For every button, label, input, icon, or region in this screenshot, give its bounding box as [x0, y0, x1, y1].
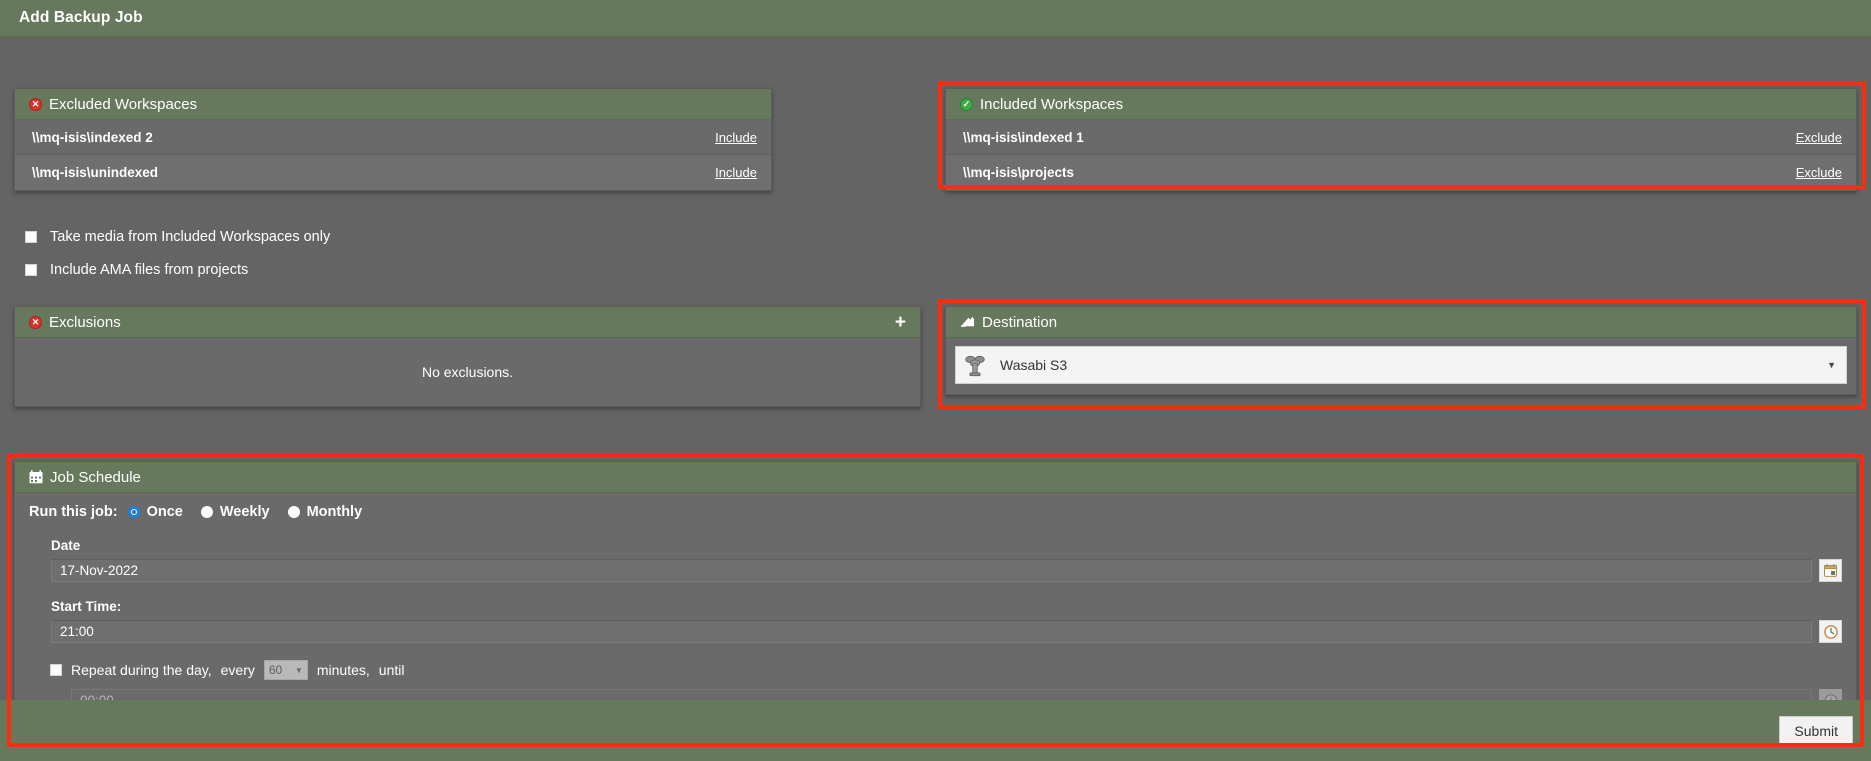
frequency-option-once[interactable]: Once: [127, 504, 183, 520]
date-field-block: Date 17-Nov-2022: [29, 538, 1842, 582]
workspace-path: \\mq-isis\indexed 1: [963, 129, 1084, 145]
repeat-interval-value: 60: [268, 663, 283, 677]
start-time-label: Start Time:: [51, 599, 122, 614]
add-backup-job-window: Add Backup Job ✕ Excluded Workspaces \\m…: [0, 0, 1871, 761]
excluded-workspaces-header: ✕ Excluded Workspaces: [15, 89, 771, 120]
destination-header: Destination: [946, 307, 1856, 338]
job-schedule-body: Run this job: Once Weekly Monthly Date 1…: [15, 493, 1856, 726]
page-title: Add Backup Job: [19, 9, 143, 26]
until-label: until: [378, 662, 405, 678]
radio-icon[interactable]: [200, 506, 213, 518]
radio-icon[interactable]: [287, 506, 300, 518]
option-include-ama-files[interactable]: Include AMA files from projects: [25, 262, 330, 278]
window-titlebar: Add Backup Job: [0, 0, 1871, 37]
included-workspaces-panel: ✓ Included Workspaces \\mq-isis\indexed …: [945, 88, 1857, 191]
frequency-label: Once: [146, 504, 183, 520]
workspace-path: \\mq-isis\unindexed: [32, 165, 159, 180]
exclude-link[interactable]: Exclude: [1796, 165, 1842, 180]
option-label: Include AMA files from projects: [50, 262, 249, 278]
submit-button[interactable]: Submit: [1779, 715, 1853, 746]
circle-check-icon: ✓: [960, 97, 973, 111]
every-label: every: [220, 662, 255, 678]
checkbox-icon[interactable]: [25, 264, 37, 276]
included-workspaces-title: Included Workspaces: [980, 95, 1124, 113]
exclusions-title: Exclusions: [49, 313, 121, 331]
date-input[interactable]: 17-Nov-2022: [51, 559, 1812, 582]
run-this-job-label: Run this job:: [29, 504, 118, 520]
repeat-during-day-row: Repeat during the day, every 60 ▼ minute…: [29, 660, 1842, 680]
destination-select[interactable]: Wasabi S3 ▼: [955, 346, 1847, 384]
start-time-input[interactable]: 21:00: [51, 620, 1812, 643]
table-row[interactable]: \\mq-isis\indexed 2 Include: [15, 120, 771, 155]
dialog-footer: Submit: [0, 700, 1871, 761]
chevron-down-icon[interactable]: ▼: [1827, 360, 1836, 370]
run-frequency-row: Run this job: Once Weekly Monthly: [29, 504, 1842, 520]
checkbox-icon[interactable]: [25, 231, 37, 243]
clock-icon[interactable]: [1819, 620, 1842, 643]
include-link[interactable]: Include: [715, 165, 757, 180]
excluded-workspaces-title: Excluded Workspaces: [49, 95, 198, 113]
date-label: Date: [51, 538, 81, 553]
exclusions-empty-state: No exclusions.: [15, 338, 920, 406]
exclusions-empty-text: No exclusions.: [421, 364, 514, 380]
chevron-down-icon: ▼: [294, 665, 303, 675]
exclusions-panel: ✕ Exclusions + No exclusions.: [14, 306, 921, 407]
table-row[interactable]: \\mq-isis\unindexed Include: [15, 155, 771, 190]
exclude-link[interactable]: Exclude: [1796, 130, 1842, 145]
table-row[interactable]: \\mq-isis\projects Exclude: [946, 155, 1856, 190]
frequency-option-monthly[interactable]: Monthly: [287, 504, 363, 520]
add-exclusion-button[interactable]: +: [893, 313, 908, 332]
job-schedule-header: Job Schedule: [15, 462, 1856, 493]
job-schedule-panel: Job Schedule Run this job: Once Weekly M…: [14, 461, 1857, 741]
calendar-picker-icon[interactable]: [1819, 559, 1842, 582]
start-time-field-block: Start Time: 21:00: [29, 599, 1842, 643]
option-label: Take media from Included Workspaces only: [50, 229, 331, 245]
destination-selected-value: Wasabi S3: [1000, 357, 1068, 373]
radio-icon[interactable]: [127, 506, 140, 518]
job-schedule-title: Job Schedule: [50, 468, 141, 486]
frequency-option-weekly[interactable]: Weekly: [200, 504, 270, 520]
checkbox-icon[interactable]: [50, 664, 62, 676]
workspace-path: \\mq-isis\indexed 2: [32, 129, 153, 145]
circle-x-icon: ✕: [29, 315, 42, 329]
include-link[interactable]: Include: [715, 130, 757, 145]
minutes-label: minutes,: [316, 662, 370, 678]
repeat-interval-select[interactable]: 60 ▼: [263, 660, 308, 680]
included-workspaces-header: ✓ Included Workspaces: [946, 89, 1856, 120]
repeat-label: Repeat during the day,: [71, 662, 212, 678]
circle-x-icon: ✕: [29, 97, 42, 111]
excluded-workspaces-panel: ✕ Excluded Workspaces \\mq-isis\indexed …: [14, 88, 772, 191]
calendar-icon: [29, 470, 43, 484]
storage-nodes-icon: [965, 355, 985, 377]
frequency-label: Weekly: [219, 504, 270, 520]
frequency-label: Monthly: [306, 504, 363, 520]
options-group: Take media from Included Workspaces only…: [25, 229, 330, 278]
option-take-media-included-only[interactable]: Take media from Included Workspaces only: [25, 229, 330, 245]
upload-cloud-icon: [960, 316, 975, 327]
start-time-input-line: 21:00: [51, 620, 1842, 643]
destination-title: Destination: [982, 313, 1058, 331]
date-input-line: 17-Nov-2022: [51, 559, 1842, 582]
workspace-path: \\mq-isis\projects: [963, 165, 1075, 180]
exclusions-header: ✕ Exclusions +: [15, 307, 920, 338]
destination-body: Wasabi S3 ▼: [946, 338, 1856, 394]
table-row[interactable]: \\mq-isis\indexed 1 Exclude: [946, 120, 1856, 155]
destination-panel: Destination Wasabi S3 ▼: [945, 306, 1857, 395]
